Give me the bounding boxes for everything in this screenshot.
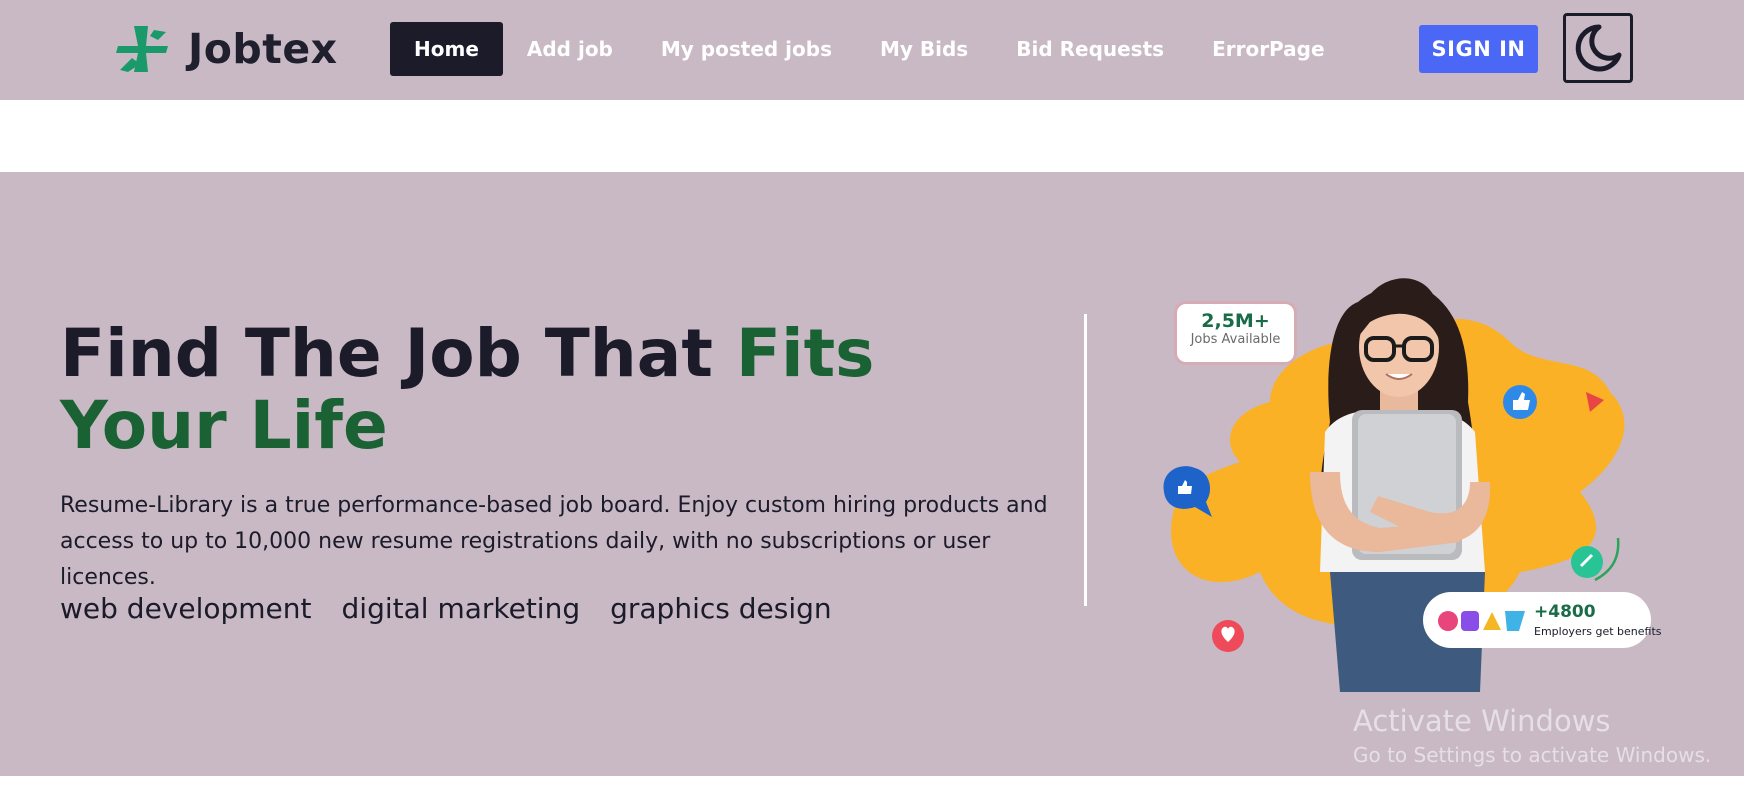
tag-web-development[interactable]: web development <box>60 592 312 625</box>
tag-digital-marketing[interactable]: digital marketing <box>342 592 581 625</box>
watermark-subtitle: Go to Settings to activate Windows. <box>1353 743 1712 767</box>
theme-toggle-button[interactable] <box>1563 13 1633 83</box>
hero-headline: Find The Job That Fits Your Life <box>60 318 1010 462</box>
employers-badge: +4800 Employers get benefits <box>1423 592 1661 648</box>
category-tags: web development digital marketing graphi… <box>60 592 862 625</box>
moon-icon <box>1575 24 1622 72</box>
brand-logo[interactable]: Jobtex <box>114 25 338 73</box>
jobs-count: 2,5M+ <box>1201 310 1270 332</box>
activate-windows-watermark: Activate Windows Go to Settings to activ… <box>1353 703 1711 769</box>
nav-links: Home Add job My posted jobs My Bids Bid … <box>390 22 1349 76</box>
sign-in-button[interactable]: SIGN IN <box>1419 25 1538 73</box>
nav-item-my-bids[interactable]: My Bids <box>856 22 992 76</box>
brand-name: Jobtex <box>188 25 338 73</box>
jobs-label: Jobs Available <box>1190 332 1281 347</box>
top-navbar: Jobtex Home Add job My posted jobs My Bi… <box>0 0 1744 100</box>
tag-graphics-design[interactable]: graphics design <box>610 592 832 625</box>
asterisk-logo-icon <box>116 26 168 72</box>
jobs-available-badge: 2,5M+ Jobs Available <box>1177 304 1294 362</box>
partner-logos-icon <box>1438 611 1525 631</box>
nav-item-add-job[interactable]: Add job <box>503 22 637 76</box>
hero-section: Find The Job That Fits Your Life Resume-… <box>0 172 1744 776</box>
nav-item-bid-requests[interactable]: Bid Requests <box>992 22 1188 76</box>
employers-label: Employers get benefits <box>1534 625 1662 638</box>
headline-text: Find The Job That <box>60 315 736 392</box>
vertical-divider <box>1084 314 1087 606</box>
hero-description: Resume-Library is a true performance-bas… <box>60 493 1048 590</box>
nav-item-my-posted-jobs[interactable]: My posted jobs <box>637 22 856 76</box>
nav-item-error-page[interactable]: ErrorPage <box>1188 22 1349 76</box>
watermark-title: Activate Windows <box>1353 704 1611 738</box>
employers-count: +4800 <box>1534 602 1596 622</box>
nav-item-home[interactable]: Home <box>390 22 503 76</box>
